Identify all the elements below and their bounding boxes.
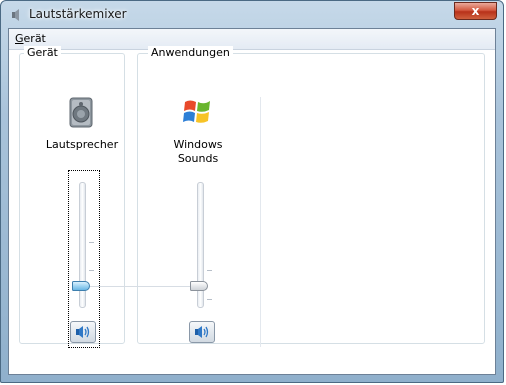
app-name-label: Windows Sounds — [173, 138, 223, 165]
title-bar[interactable]: Lautstärkemixer x — [1, 1, 503, 28]
device-name-label: Lautsprecher — [45, 138, 119, 151]
device-slider-tick — [89, 270, 94, 271]
volume-icon — [195, 326, 209, 338]
app-slider-tick — [207, 270, 212, 271]
applications-group-label: Anwendungen — [148, 46, 233, 59]
close-button[interactable]: x — [454, 2, 497, 20]
windows-logo-icon[interactable] — [182, 97, 212, 127]
device-group-label: Gerät — [24, 46, 61, 59]
app-mute-button[interactable] — [189, 321, 215, 343]
window-title: Lautstärkemixer — [29, 7, 127, 21]
speaker-title-icon — [12, 9, 19, 21]
slider-link-line — [90, 286, 192, 287]
device-mute-button[interactable] — [70, 321, 96, 343]
close-icon: x — [471, 4, 480, 18]
menu-bar: Gerät — [9, 29, 495, 50]
speaker-icon[interactable] — [67, 97, 97, 129]
column-divider — [260, 97, 261, 347]
app-slider-tick — [207, 299, 212, 300]
menu-item-geraet[interactable]: Gerät — [15, 32, 46, 45]
device-slider-tick — [89, 242, 94, 243]
app-volume-thumb[interactable] — [190, 281, 208, 291]
device-volume-thumb[interactable] — [72, 281, 90, 291]
volume-icon — [76, 326, 90, 338]
